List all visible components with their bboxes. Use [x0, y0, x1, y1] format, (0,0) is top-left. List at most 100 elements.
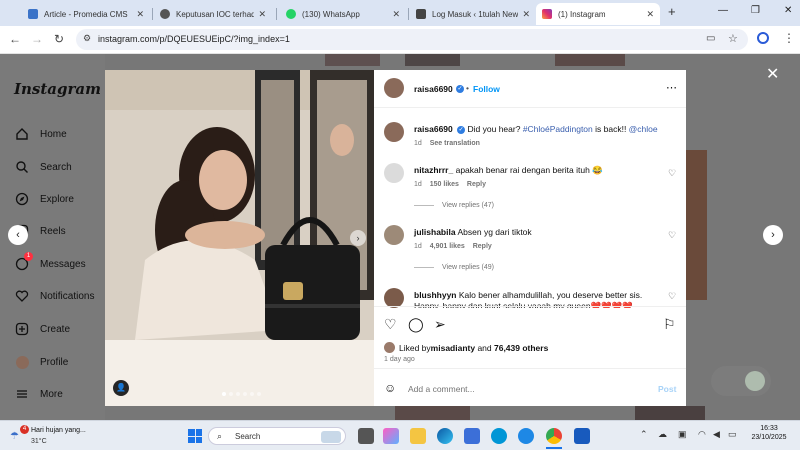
comment-likes[interactable]: 4,901 likes: [430, 243, 465, 250]
tab-instagram[interactable]: (1) Instagram ✕: [536, 3, 660, 25]
active-app-indicator: [546, 447, 562, 449]
profile-icon[interactable]: [757, 32, 769, 44]
bookmark-star-icon[interactable]: ☆: [728, 32, 738, 45]
tab-keputusan[interactable]: Keputusan IOC terhadap ✕: [154, 3, 272, 25]
liker-username[interactable]: misadianty: [431, 343, 475, 353]
copilot-icon[interactable]: [383, 428, 399, 444]
comment-username[interactable]: blushhyyn: [414, 290, 457, 300]
wifi-icon[interactable]: ◠: [698, 429, 706, 440]
next-image-arrow-icon[interactable]: ›: [350, 230, 366, 246]
likes-count[interactable]: 76,439 others: [494, 343, 548, 353]
hashtag-link[interactable]: #ChloéPaddington: [523, 124, 593, 134]
tab-whatsapp[interactable]: (130) WhatsApp ✕: [280, 3, 406, 25]
more-options-icon[interactable]: ⋯: [666, 81, 677, 94]
word-icon[interactable]: [574, 428, 590, 444]
see-translation-link[interactable]: See translation: [430, 140, 480, 147]
tab-promedia[interactable]: Article - Promedia CMS ✕: [22, 3, 150, 25]
author-username[interactable]: raisa6690: [414, 84, 453, 94]
view-replies-button[interactable]: View replies (49): [414, 264, 494, 271]
like-comment-heart-icon[interactable]: ♡: [668, 168, 676, 179]
plus-icon: [14, 321, 30, 337]
emoji-icon[interactable]: ☺: [384, 381, 396, 395]
site-info-icon[interactable]: ⚙: [83, 33, 91, 44]
close-window-icon[interactable]: ✕: [784, 5, 792, 16]
add-comment-input[interactable]: [408, 382, 638, 396]
new-tab-button[interactable]: +: [668, 4, 676, 19]
comment-username[interactable]: nitazhrrr_: [414, 165, 453, 175]
close-tab-icon[interactable]: ✕: [646, 9, 654, 20]
sidebar-item-create[interactable]: Create: [14, 321, 70, 337]
task-view-icon[interactable]: [358, 428, 374, 444]
sidebar-item-messages[interactable]: 1 Messages: [14, 252, 86, 272]
volume-icon[interactable]: ◀: [713, 429, 720, 440]
taskbar-search-box[interactable]: ⌕ Search: [208, 427, 346, 445]
post-details-panel: raisa6690 ✓ • Follow ⋯ raisa6690 ✓ Did y…: [374, 70, 686, 406]
sidebar-item-profile[interactable]: Profile: [14, 354, 68, 370]
cloud-icon[interactable]: ☁: [658, 429, 667, 440]
battery-icon[interactable]: ▭: [728, 429, 737, 440]
sidebar-item-more[interactable]: More: [14, 386, 63, 402]
reply-button[interactable]: Reply: [467, 181, 486, 188]
comment-bubble-icon[interactable]: ◯: [408, 316, 424, 333]
post-date: 1 day ago: [384, 356, 415, 363]
close-tab-icon[interactable]: ✕: [258, 9, 266, 20]
comment-avatar[interactable]: [384, 163, 404, 183]
close-tab-icon[interactable]: ✕: [522, 9, 530, 20]
store-icon[interactable]: [464, 428, 480, 444]
comment-likes[interactable]: 150 likes: [430, 181, 459, 188]
install-app-icon[interactable]: ▭: [706, 33, 715, 44]
show-hidden-icons-chevron-icon[interactable]: ⌃: [640, 429, 648, 440]
comment-username[interactable]: julishabila: [414, 227, 456, 237]
likes-summary: Liked by misadianty and 76,439 others: [384, 342, 548, 353]
messages-drawer[interactable]: [711, 366, 771, 396]
caption-username[interactable]: raisa6690: [414, 124, 453, 134]
follow-button[interactable]: Follow: [473, 84, 500, 94]
tab-log-masuk[interactable]: Log Masuk ‹ 1tulah News ✕: [410, 3, 536, 25]
windows-start-icon[interactable]: [188, 429, 202, 443]
tagged-user-icon[interactable]: 👤: [113, 380, 129, 396]
close-tab-icon[interactable]: ✕: [136, 9, 144, 20]
mention-link[interactable]: @chloe: [629, 124, 658, 134]
hp-icon[interactable]: [491, 428, 507, 444]
comment-avatar[interactable]: [384, 288, 404, 308]
address-bar[interactable]: ⚙ instagram.com/p/DQEUESUEipC/?img_index…: [76, 29, 748, 50]
next-post-arrow-icon[interactable]: ›: [763, 225, 783, 245]
save-bookmark-icon[interactable]: ⚐: [663, 316, 676, 333]
forward-icon[interactable]: →: [31, 32, 43, 46]
previous-post-arrow-icon[interactable]: ‹: [8, 225, 28, 245]
restore-icon[interactable]: ❐: [751, 5, 760, 16]
menu-dots-icon[interactable]: ⋮: [783, 31, 795, 45]
instagram-icon: [542, 9, 552, 19]
like-heart-icon[interactable]: ♡: [384, 316, 397, 333]
author-avatar[interactable]: [384, 78, 404, 98]
file-explorer-icon[interactable]: [410, 428, 426, 444]
instagram-logo[interactable]: Instagram: [14, 80, 101, 98]
close-tab-icon[interactable]: ✕: [392, 9, 400, 20]
help-icon[interactable]: [518, 428, 534, 444]
weather-widget[interactable]: ☂ 4 Hari hujan yang... 31°C: [6, 425, 86, 449]
like-comment-heart-icon[interactable]: ♡: [668, 230, 676, 241]
caption-avatar[interactable]: [384, 122, 404, 142]
close-modal-icon[interactable]: ✕: [766, 64, 779, 84]
post-photo[interactable]: › 👤: [105, 70, 374, 406]
sidebar-item-home[interactable]: Home: [14, 126, 67, 142]
browser-toolbar: ← → ↻ ⚙ instagram.com/p/DQEUESUEipC/?img…: [0, 26, 800, 54]
back-icon[interactable]: ←: [9, 32, 21, 46]
edge-icon[interactable]: [437, 428, 453, 444]
reload-icon[interactable]: ↻: [54, 32, 64, 46]
view-replies-button[interactable]: View replies (47): [414, 202, 494, 209]
reply-button[interactable]: Reply: [473, 243, 492, 250]
comment-avatar[interactable]: [384, 225, 404, 245]
sidebar-item-explore[interactable]: Explore: [14, 191, 74, 207]
sidebar-item-search[interactable]: Search: [14, 159, 72, 175]
post-comment-button[interactable]: Post: [658, 384, 676, 394]
system-clock[interactable]: 16:33 23/10/2025: [746, 425, 792, 441]
minimize-icon[interactable]: —: [718, 5, 728, 16]
camera-icon[interactable]: ▣: [678, 429, 687, 440]
like-comment-heart-icon[interactable]: ♡: [668, 291, 676, 302]
sidebar-item-notifications[interactable]: Notifications: [14, 288, 94, 304]
share-send-icon[interactable]: ➢: [434, 316, 446, 333]
chrome-icon[interactable]: [546, 428, 562, 444]
rain-cloud-icon: ☂: [10, 431, 19, 442]
url-text: instagram.com/p/DQEUESUEipC/?img_index=1: [98, 34, 290, 44]
